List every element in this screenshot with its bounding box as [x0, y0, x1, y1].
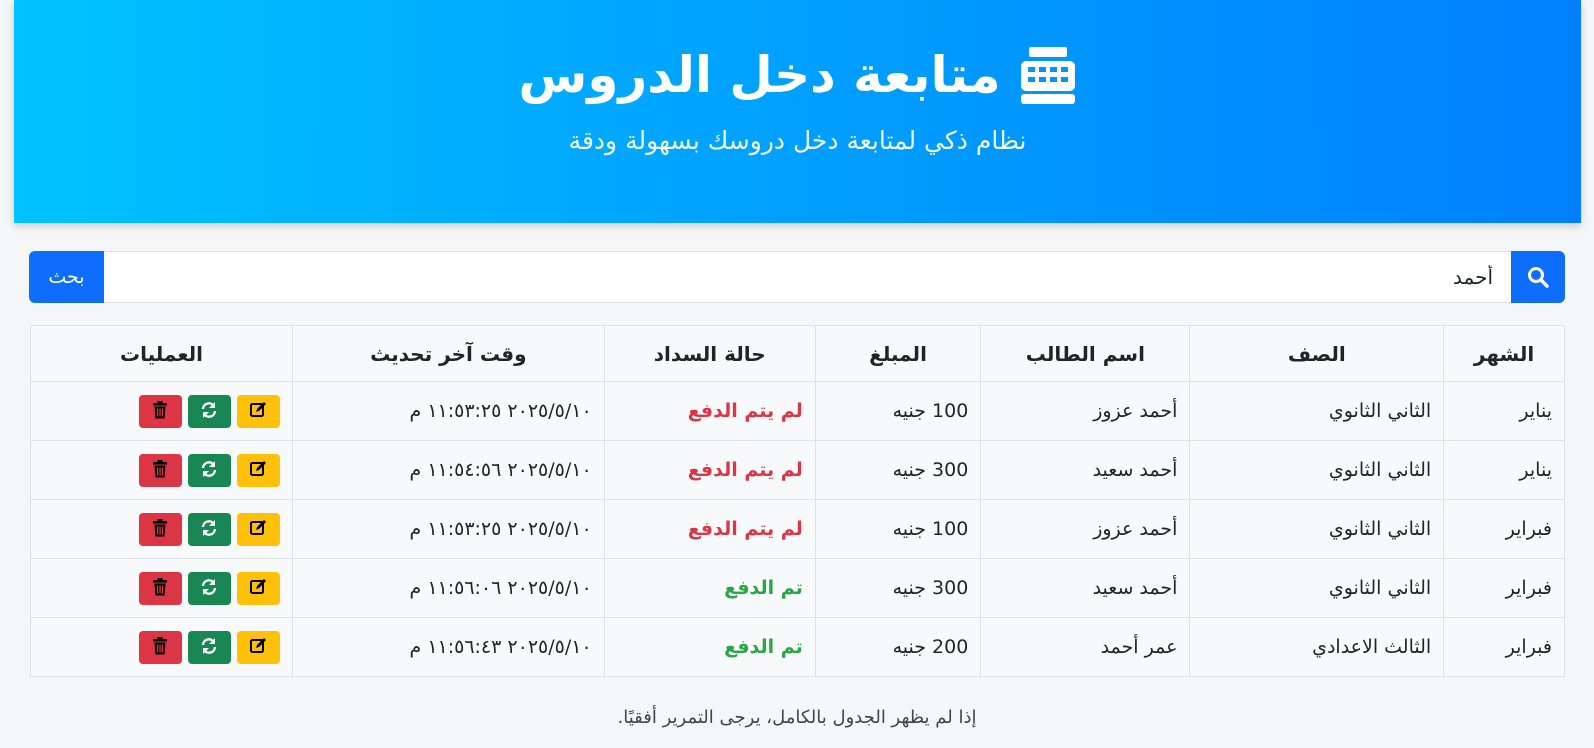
cell-status: لم يتم الدفع — [603, 499, 816, 559]
operations-group — [43, 453, 280, 487]
cell-grade: الثاني الثانوي — [1189, 440, 1445, 500]
refresh-icon — [200, 460, 218, 481]
trash-icon — [152, 518, 168, 540]
toggle-status-button[interactable] — [187, 630, 231, 664]
cell-status: تم الدفع — [603, 558, 816, 618]
cell-month: فبراير — [1443, 617, 1565, 677]
cell-amount: 200 جنيه — [814, 617, 982, 677]
operations-group — [43, 630, 280, 664]
scroll-hint: إذا لم يظهر الجدول بالكامل، يرجى التمرير… — [617, 707, 977, 728]
cell-student: عمر أحمد — [980, 617, 1191, 677]
search-bar: بحث — [29, 251, 1565, 303]
trash-icon — [152, 400, 168, 422]
table-row: فبراير الثالث الاعدادي عمر أحمد 200 جنيه تم … — [30, 617, 1565, 677]
cell-student: أحمد عزوز — [980, 381, 1191, 441]
search-button[interactable]: بحث — [29, 251, 104, 303]
edit-button[interactable] — [236, 571, 280, 605]
cell-month: فبراير — [1443, 558, 1565, 618]
cell-operations — [30, 499, 293, 559]
cell-month: يناير — [1443, 381, 1565, 441]
cell-grade: الثاني الثانوي — [1189, 558, 1445, 618]
edit-icon — [249, 519, 267, 540]
cell-month: فبراير — [1443, 499, 1565, 559]
cell-operations — [30, 558, 293, 618]
refresh-icon — [200, 401, 218, 422]
income-table: الشهر الصف اسم الطالب المبلغ حالة السداد… — [30, 325, 1565, 677]
table-row: فبراير الثاني الثانوي أحمد عزوز 100 جنيه لم … — [30, 499, 1565, 559]
search-icon — [1528, 267, 1549, 288]
table-row: يناير الثاني الثانوي أحمد سعيد 300 جنيه لم ي… — [30, 440, 1565, 500]
header-month[interactable]: الشهر — [1443, 325, 1565, 382]
cell-updated: ٢٠٢٥/٥/١٠ ١١:٥٣:٢٥ م — [291, 499, 605, 559]
cell-status: تم الدفع — [603, 617, 816, 677]
delete-button[interactable] — [138, 630, 182, 664]
trash-icon — [152, 577, 168, 599]
cell-amount: 100 جنيه — [814, 381, 982, 441]
cell-amount: 100 جنيه — [814, 499, 982, 559]
page-title: متابعة دخل الدروس — [518, 46, 1001, 104]
cell-updated: ٢٠٢٥/٥/١٠ ١١:٥٣:٢٥ م — [291, 381, 605, 441]
edit-button[interactable] — [236, 394, 280, 428]
cell-operations — [30, 440, 293, 500]
header-amount[interactable]: المبلغ — [814, 325, 982, 382]
edit-icon — [249, 401, 267, 422]
header-student[interactable]: اسم الطالب — [980, 325, 1191, 382]
cell-updated: ٢٠٢٥/٥/١٠ ١١:٥٤:٥٦ م — [291, 440, 605, 500]
table-header-row: الشهر الصف اسم الطالب المبلغ حالة السداد… — [30, 325, 1565, 382]
cell-updated: ٢٠٢٥/٥/١٠ ١١:٥٦:٠٦ م — [291, 558, 605, 618]
operations-group — [43, 394, 280, 428]
header-operations: العمليات — [30, 325, 293, 382]
cash-register-icon — [1020, 47, 1075, 104]
operations-group — [43, 512, 280, 546]
toggle-status-button[interactable] — [187, 453, 231, 487]
cell-status: لم يتم الدفع — [603, 381, 816, 441]
delete-button[interactable] — [138, 571, 182, 605]
header-status[interactable]: حالة السداد — [603, 325, 816, 382]
cell-status: لم يتم الدفع — [603, 440, 816, 500]
toggle-status-button[interactable] — [187, 512, 231, 546]
cell-grade: الثاني الثانوي — [1189, 499, 1445, 559]
operations-group — [43, 571, 280, 605]
search-input[interactable] — [104, 251, 1511, 303]
toggle-status-button[interactable] — [187, 394, 231, 428]
page-subtitle: نظام ذكي لمتابعة دخل دروسك بسهولة ودقة — [568, 126, 1027, 155]
cell-operations — [30, 617, 293, 677]
edit-button[interactable] — [236, 453, 280, 487]
edit-button[interactable] — [236, 630, 280, 664]
trash-icon — [152, 636, 168, 658]
refresh-icon — [200, 637, 218, 658]
header-updated[interactable]: وقت آخر تحديث — [291, 325, 605, 382]
edit-icon — [249, 637, 267, 658]
refresh-icon — [200, 519, 218, 540]
cell-student: أحمد سعيد — [980, 558, 1191, 618]
delete-button[interactable] — [138, 394, 182, 428]
edit-button[interactable] — [236, 512, 280, 546]
cell-month: يناير — [1443, 440, 1565, 500]
header-grade[interactable]: الصف — [1189, 325, 1445, 382]
delete-button[interactable] — [138, 453, 182, 487]
table-row: يناير الثاني الثانوي أحمد عزوز 100 جنيه لم ي… — [30, 381, 1565, 441]
cell-student: أحمد عزوز — [980, 499, 1191, 559]
title-row: متابعة دخل الدروس — [14, 40, 1581, 110]
cell-amount: 300 جنيه — [814, 558, 982, 618]
cell-operations — [30, 381, 293, 441]
cell-student: أحمد سعيد — [980, 440, 1191, 500]
cell-grade: الثالث الاعدادي — [1189, 617, 1445, 677]
cell-amount: 300 جنيه — [814, 440, 982, 500]
page-header: متابعة دخل الدروس نظام ذكي لمتابعة دخل د… — [14, 0, 1581, 223]
cell-grade: الثاني الثانوي — [1189, 381, 1445, 441]
refresh-icon — [200, 578, 218, 599]
table-row: فبراير الثاني الثانوي أحمد سعيد 300 جنيه تم … — [30, 558, 1565, 618]
cell-updated: ٢٠٢٥/٥/١٠ ١١:٥٦:٤٣ م — [291, 617, 605, 677]
toggle-status-button[interactable] — [187, 571, 231, 605]
search-icon-button[interactable] — [1511, 251, 1565, 303]
edit-icon — [249, 460, 267, 481]
delete-button[interactable] — [138, 512, 182, 546]
edit-icon — [249, 578, 267, 599]
trash-icon — [152, 459, 168, 481]
